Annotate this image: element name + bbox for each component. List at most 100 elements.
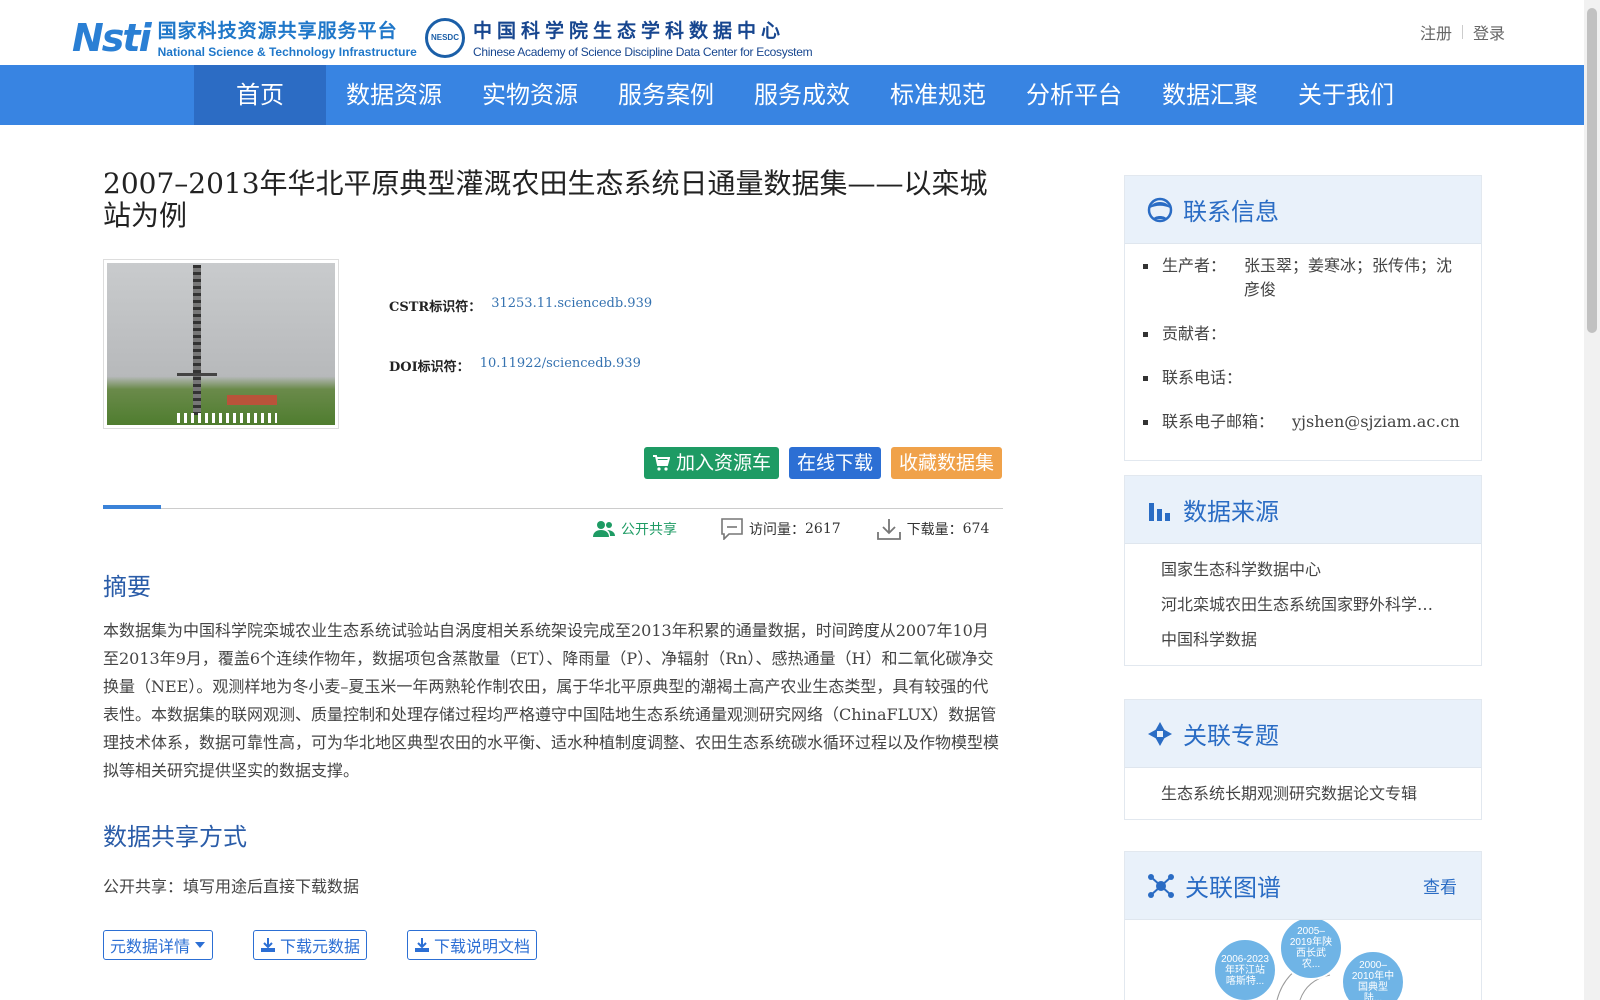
- contact-contributor: 贡献者：: [1143, 322, 1463, 346]
- metadata-buttons: 元数据详情 下载元数据 下载说明文档: [103, 930, 577, 960]
- contributor-value: [1244, 322, 1454, 346]
- relation-graph[interactable]: 2006-2023年环江站喀斯特... 2005–2019年陕西长武农... 2…: [1125, 920, 1481, 1000]
- caret-down-icon: [195, 942, 206, 948]
- source-item[interactable]: 国家生态科学数据中心: [1161, 552, 1445, 587]
- dataset-identifiers: CSTR标识符： 31253.11.sciencedb.939 DOI标识符： …: [389, 296, 652, 416]
- download-online-button[interactable]: 在线下载: [789, 447, 882, 479]
- abstract-text: 本数据集为中国科学院栾城农业生态系统试验站自涡度相关系统架设完成至2013年积累…: [103, 621, 1000, 780]
- visits-count: 2617: [805, 521, 841, 537]
- cstr-link[interactable]: 31253.11.sciencedb.939: [491, 296, 652, 315]
- dataset-main: 2007–2013年华北平原典型灌溉农田生态系统日通量数据集——以栾城站为例 C…: [103, 167, 1003, 960]
- login-link[interactable]: 登录: [1473, 20, 1505, 44]
- source-panel: 数据来源 国家生态科学数据中心 河北栾城农田生态系统国家野外科学观测研究站 中国…: [1124, 475, 1482, 666]
- share-status: 公开共享: [593, 519, 677, 539]
- contact-panel: 联系信息 生产者： 张玉翠；姜寒冰；张传伟；沈彦俊 贡献者： 联系电话： 联系电…: [1124, 175, 1482, 461]
- active-tab-indicator: [103, 505, 161, 509]
- main-nav: 首页 数据资源 实物资源 服务案例 服务成效 标准规范 分析平台 数据汇聚 关于…: [0, 65, 1584, 125]
- metadata-details-button[interactable]: 元数据详情: [103, 930, 214, 960]
- nesdc-logo-en: Chinese Academy of Science Discipline Da…: [473, 45, 813, 59]
- downloads-count: 674: [962, 521, 990, 537]
- downloads-stat: 下载量： 674: [876, 518, 990, 540]
- nav-item-data-resources[interactable]: 数据资源: [326, 65, 462, 125]
- page-scrollbar[interactable]: [1584, 0, 1600, 1000]
- graph-panel: 关联图谱 查看 2006-2023年环江站喀斯特... 2005–2019年陕西…: [1124, 851, 1482, 1000]
- cstr-label: CSTR标识符：: [389, 300, 482, 315]
- auth-divider: [1462, 25, 1464, 39]
- add-to-cart-label: 加入资源车: [676, 452, 772, 474]
- nsti-logo-cn: 国家科技资源共享服务平台: [157, 20, 398, 42]
- contact-producer: 生产者： 张玉翠；姜寒冰；张传伟；沈彦俊: [1143, 254, 1463, 302]
- email-label: 联系电子邮箱：: [1162, 412, 1275, 431]
- download-icon: [415, 938, 430, 952]
- top-header: Nsti 国家科技资源共享服务平台 National Science & Tec…: [0, 0, 1584, 66]
- auth-links: 注册 登录: [1420, 20, 1505, 44]
- nsti-logo[interactable]: Nsti 国家科技资源共享服务平台 National Science & Tec…: [72, 15, 417, 60]
- contact-email: 联系电子邮箱： yjshen@sjziam.ac.cn: [1143, 410, 1463, 434]
- visits-label: 访问量：: [749, 522, 805, 538]
- contact-list: 生产者： 张玉翠；姜寒冰；张传伟；沈彦俊 贡献者： 联系电话： 联系电子邮箱： …: [1125, 244, 1481, 460]
- doi-label: DOI标识符：: [389, 360, 470, 375]
- nav-item-physical-resources[interactable]: 实物资源: [462, 65, 598, 125]
- topic-icon: [1148, 721, 1172, 746]
- favorite-dataset-button[interactable]: 收藏数据集: [891, 447, 1003, 479]
- flux-tower-photo: [107, 263, 335, 425]
- nav-item-home[interactable]: 首页: [194, 65, 326, 125]
- graph-view-link[interactable]: 查看: [1423, 873, 1457, 898]
- producer-value: 张玉翠；姜寒冰；张传伟；沈彦俊: [1244, 256, 1453, 299]
- topic-panel-title: 关联专题: [1183, 722, 1279, 750]
- nesdc-logo[interactable]: NESDC 中国科学院生态学科数据中心 Chinese Academy of S…: [425, 16, 813, 59]
- comment-icon: [721, 518, 743, 540]
- contributor-label: 贡献者：: [1162, 324, 1227, 343]
- register-link[interactable]: 注册: [1420, 20, 1452, 44]
- topic-list: 生态系统长期观测研究数据论文专辑: [1125, 768, 1481, 819]
- tab-divider: [103, 505, 1003, 509]
- metadata-details-label: 元数据详情: [110, 937, 191, 956]
- scrollbar-thumb[interactable]: [1587, 8, 1597, 333]
- download-doc-button[interactable]: 下载说明文档: [407, 930, 538, 960]
- download-doc-label: 下载说明文档: [434, 937, 531, 956]
- topic-item[interactable]: 生态系统长期观测研究数据论文专辑: [1161, 776, 1445, 811]
- topic-panel: 关联专题 生态系统长期观测研究数据论文专辑: [1124, 699, 1482, 820]
- nesdc-logo-cn: 中国科学院生态学科数据中心: [473, 20, 786, 42]
- visits-stat: 访问量： 2617: [721, 518, 841, 540]
- network-icon: [1148, 873, 1174, 898]
- nsti-logo-en: National Science & Technology Infrastruc…: [157, 45, 417, 59]
- downloads-label: 下载量：: [906, 522, 963, 538]
- topic-panel-header: 关联专题: [1125, 700, 1481, 768]
- phone-label: 联系电话：: [1162, 368, 1243, 387]
- nav-item-about-us[interactable]: 关于我们: [1278, 65, 1414, 125]
- graph-panel-header: 关联图谱 查看: [1125, 852, 1481, 920]
- user-icon: [1147, 197, 1173, 222]
- graph-node[interactable]: 2006-2023年环江站喀斯特...: [1213, 938, 1277, 1000]
- doi-link[interactable]: 10.11922/sciencedb.939: [480, 356, 641, 375]
- dataset-actions: 加入资源车 在线下载 收藏数据集: [644, 447, 1003, 479]
- nesdc-logo-mark: NESDC: [425, 17, 465, 58]
- download-icon: [261, 938, 276, 952]
- graph-panel-title: 关联图谱: [1185, 874, 1281, 902]
- contact-panel-header: 联系信息: [1125, 176, 1481, 244]
- dataset-stats: 公开共享 访问量： 2617 下载量： 674: [593, 518, 989, 540]
- download-metadata-button[interactable]: 下载元数据: [253, 930, 368, 960]
- nav-item-analysis-platform[interactable]: 分析平台: [1006, 65, 1142, 125]
- nsti-logo-mark: Nsti: [72, 15, 152, 60]
- source-panel-header: 数据来源: [1125, 476, 1481, 544]
- dataset-thumbnail[interactable]: [103, 259, 339, 429]
- source-item[interactable]: 河北栾城农田生态系统国家野外科学观测研究站: [1161, 587, 1445, 622]
- dataset-title: 2007–2013年华北平原典型灌溉农田生态系统日通量数据集——以栾城站为例: [103, 167, 988, 232]
- contact-panel-title: 联系信息: [1183, 198, 1279, 226]
- source-list: 国家生态科学数据中心 河北栾城农田生态系统国家野外科学观测研究站 中国科学数据: [1125, 544, 1481, 665]
- nav-item-data-aggregation[interactable]: 数据汇聚: [1142, 65, 1278, 125]
- nav-item-standards[interactable]: 标准规范: [870, 65, 1006, 125]
- nav-item-service-cases[interactable]: 服务案例: [598, 65, 734, 125]
- users-icon: [593, 521, 615, 537]
- email-value[interactable]: yjshen@sjziam.ac.cn: [1292, 410, 1463, 434]
- source-item[interactable]: 中国科学数据: [1161, 622, 1445, 657]
- nav-item-service-results[interactable]: 服务成效: [734, 65, 870, 125]
- source-panel-title: 数据来源: [1183, 498, 1279, 526]
- sharing-heading: 数据共享方式: [103, 823, 247, 851]
- share-status-label: 公开共享: [621, 522, 677, 538]
- nav-items: 首页 数据资源 实物资源 服务案例 服务成效 标准规范 分析平台 数据汇聚 关于…: [194, 65, 1414, 125]
- add-to-cart-button[interactable]: 加入资源车: [644, 447, 780, 479]
- contact-phone: 联系电话：: [1143, 366, 1463, 390]
- cart-icon: [653, 455, 670, 471]
